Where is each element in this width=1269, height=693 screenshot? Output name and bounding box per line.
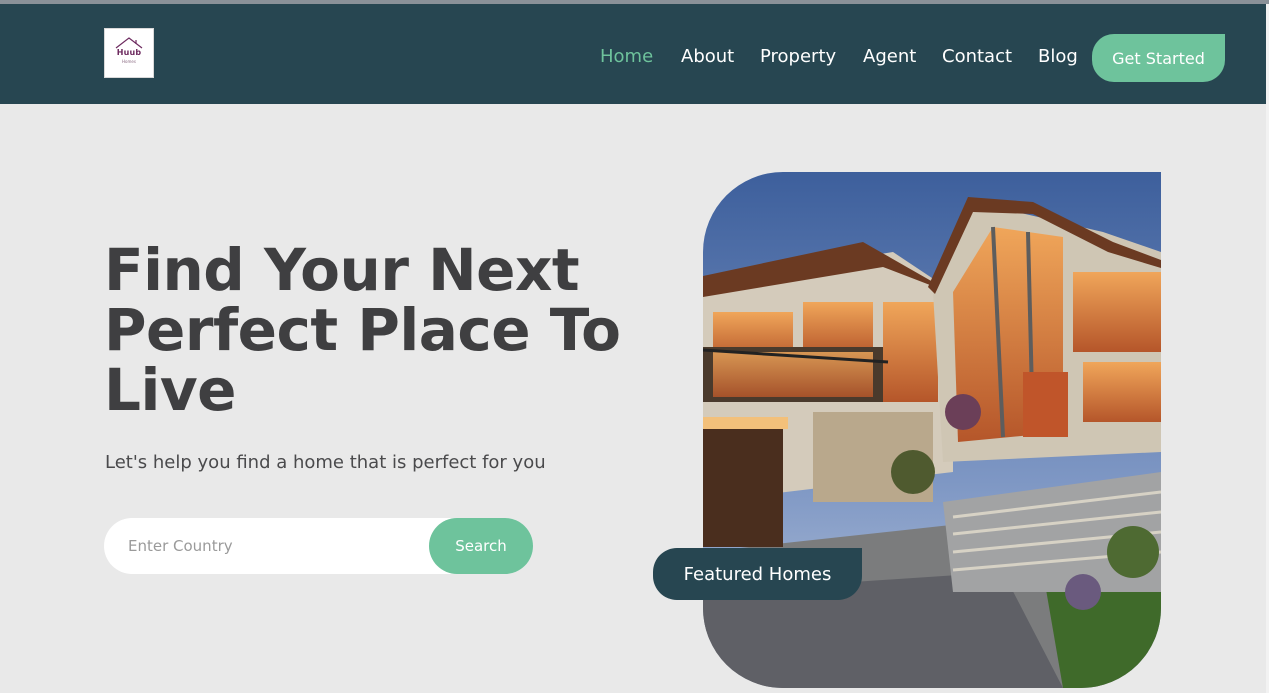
nav-property-link[interactable]: Property [760,46,836,67]
modern-house-illustration [703,172,1161,688]
nav-home-link[interactable]: Home [600,46,653,67]
site-logo[interactable]: Huub Homes [104,28,154,78]
nav-blog-link[interactable]: Blog [1038,46,1078,67]
featured-homes-badge[interactable]: Featured Homes [653,548,862,600]
nav-agent-link[interactable]: Agent [863,46,916,67]
country-search-form: Search [104,518,533,574]
logo-subtext: Homes [122,59,136,64]
get-started-button[interactable]: Get Started [1092,34,1225,82]
nav-contact-link[interactable]: Contact [942,46,1012,67]
featured-home-photo [703,172,1161,688]
country-search-input[interactable] [128,518,428,574]
nav-about-link[interactable]: About [681,46,734,67]
hero-subtitle: Let's help you find a home that is perfe… [105,452,546,473]
hero-title: Find Your Next Perfect Place To Live [104,236,621,424]
navbar: Huub Homes Home About Property Agent Con… [0,4,1266,104]
search-button[interactable]: Search [429,518,533,574]
logo-wordmark: Huub [116,48,142,57]
